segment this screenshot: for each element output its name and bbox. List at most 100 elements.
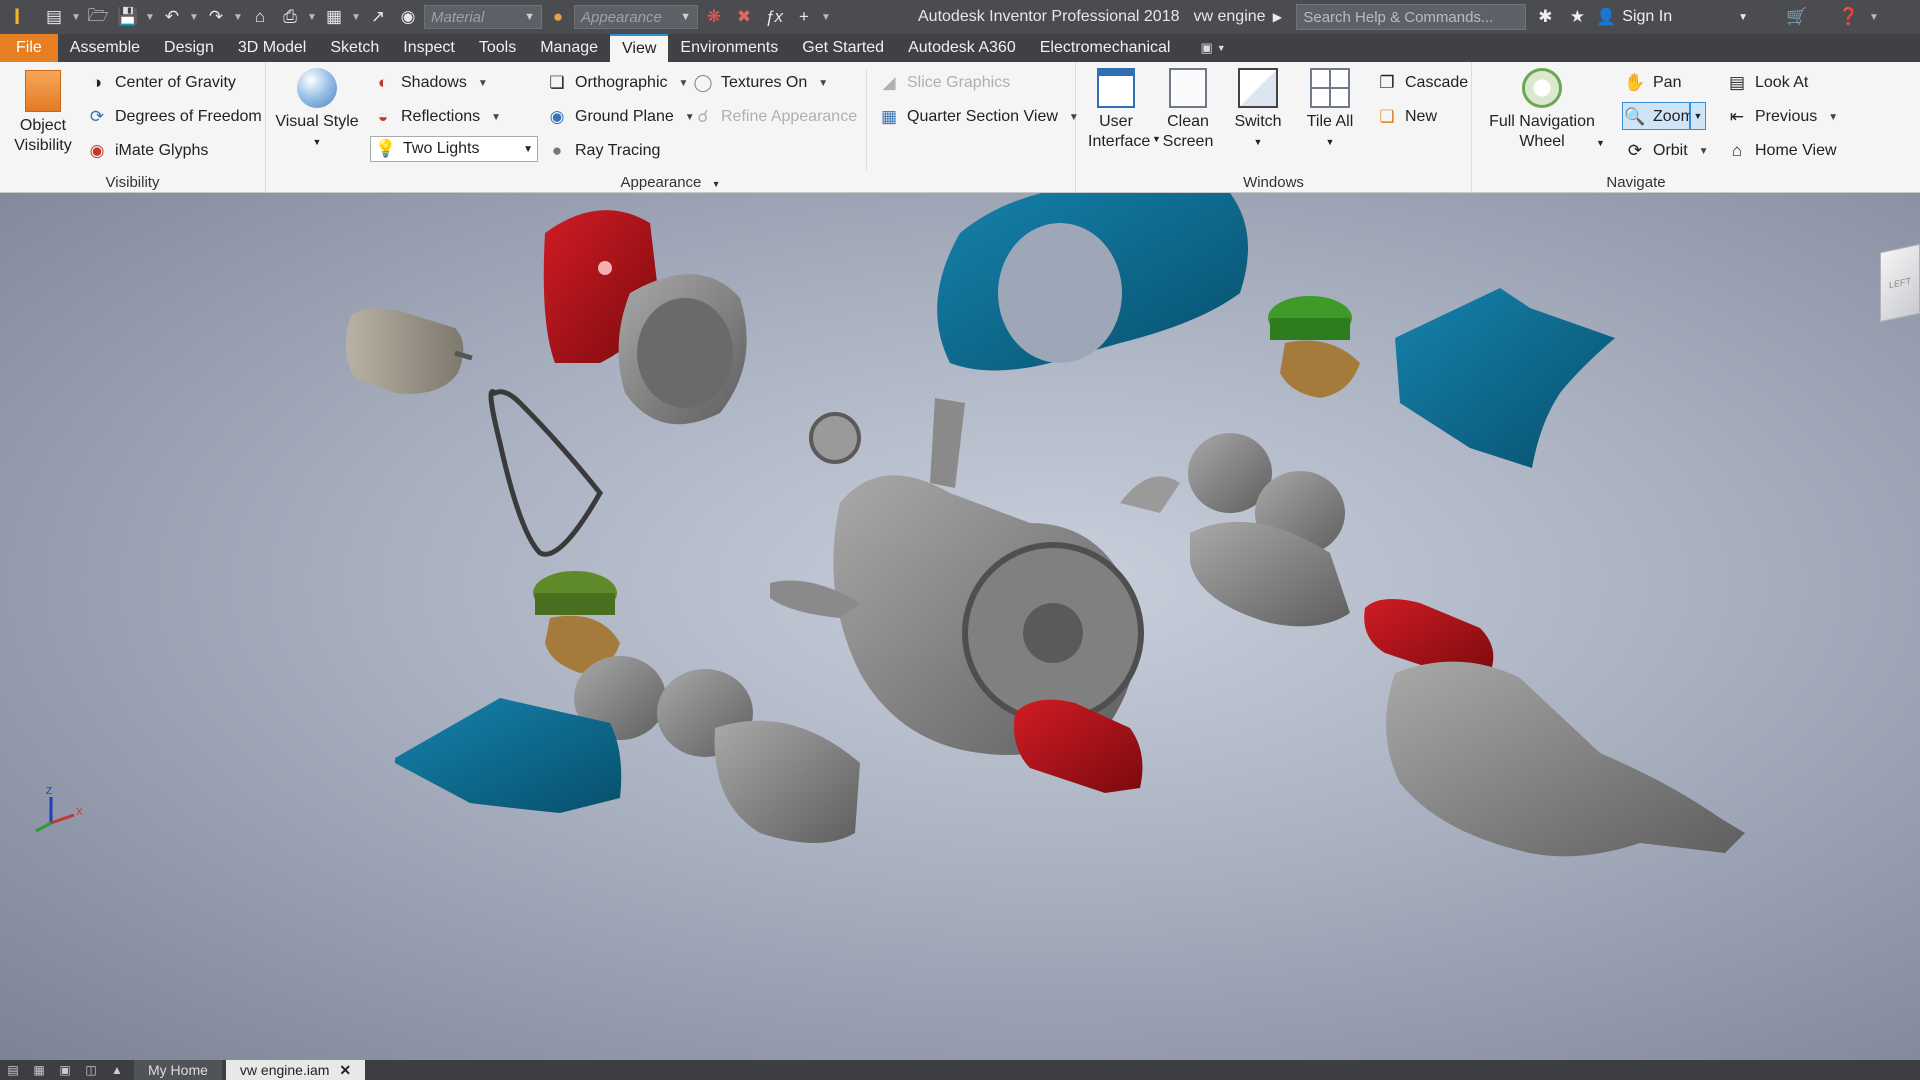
viewcube[interactable]: LEFT <box>1880 243 1920 323</box>
object-visibility-button[interactable]: Object Visibility <box>8 70 78 156</box>
transaxle[interactable] <box>1386 661 1745 857</box>
chevron-down-icon[interactable]: ▼ <box>1596 138 1605 148</box>
adjust-appearance-icon[interactable]: ❋ <box>700 3 728 31</box>
color-override-icon[interactable]: ◉ <box>394 3 422 31</box>
look-at-button[interactable]: ▤ Look At <box>1726 72 1808 94</box>
cascade-button[interactable]: ❐ Cascade <box>1376 72 1468 94</box>
object-visibility-label-2: Visibility <box>14 137 72 154</box>
intake-manifold[interactable] <box>1120 476 1180 513</box>
document-list-icon[interactable]: ▤ <box>0 1060 26 1080</box>
sign-in-button[interactable]: 👤 Sign In ▼ <box>1596 7 1748 27</box>
red-valve-cover[interactable] <box>1014 699 1143 793</box>
clean-screen-button[interactable]: Clean Screen <box>1160 68 1216 152</box>
home-icon[interactable]: ⌂ <box>246 3 274 31</box>
update-dropdown-icon[interactable]: ▼ <box>350 12 362 23</box>
shadows-button[interactable]: ◐ Shadows ▼ <box>372 72 488 94</box>
tab-environments[interactable]: Environments <box>668 34 790 62</box>
carburetor[interactable] <box>1280 340 1360 399</box>
imate-glyphs-button[interactable]: ◉ iMate Glyphs <box>86 140 209 162</box>
slice-graphics-button[interactable]: ◢ Slice Graphics <box>878 72 1010 94</box>
star-icon[interactable]: ★ <box>1564 4 1590 30</box>
close-icon[interactable]: ✕ <box>339 1062 351 1079</box>
tab-design[interactable]: Design <box>152 34 226 62</box>
save-icon[interactable]: 💾 <box>114 3 142 31</box>
document-tab-vw-engine[interactable]: vw engine.iam ✕ <box>225 1060 366 1080</box>
select-icon[interactable]: ↗ <box>364 3 392 31</box>
search-input[interactable]: Search Help & Commands... <box>1296 4 1527 30</box>
orthographic-button[interactable]: ❏ Orthographic ▼ <box>546 72 688 94</box>
appearance-select[interactable]: Appearance ▼ <box>574 5 698 29</box>
help-icon[interactable]: ❓ <box>1836 4 1862 30</box>
lighting-style-select[interactable]: 💡 Two Lights ▼ <box>370 136 538 162</box>
graphics-viewport[interactable]: LEFT Z X <box>0 193 1920 1060</box>
home-view-button[interactable]: ⌂ Home View <box>1726 140 1837 162</box>
tab-tools[interactable]: Tools <box>467 34 528 62</box>
material-select[interactable]: Material ▼ <box>424 5 542 29</box>
tab-get-started[interactable]: Get Started <box>790 34 896 62</box>
tab-inspect[interactable]: Inspect <box>391 34 467 62</box>
save-dropdown-icon[interactable]: ▼ <box>144 12 156 23</box>
redo-dropdown-icon[interactable]: ▼ <box>232 12 244 23</box>
tile-horizontal-icon[interactable]: ▣ <box>52 1060 78 1080</box>
starter-motor[interactable] <box>346 308 464 394</box>
new-file-icon[interactable]: ▤ <box>40 3 68 31</box>
tile-all-button[interactable]: Tile All ▼ <box>1298 68 1362 152</box>
fan-belt[interactable] <box>488 389 604 557</box>
undo-icon[interactable]: ↶ <box>158 3 186 31</box>
reflections-button[interactable]: ◒ Reflections ▼ <box>372 106 501 128</box>
appearance-panel-title[interactable]: Appearance ▼ <box>266 174 1075 191</box>
new-dropdown-icon[interactable]: ▼ <box>70 12 82 23</box>
ground-plane-button[interactable]: ◉ Ground Plane ▼ <box>546 106 695 128</box>
cylinder-head-left[interactable] <box>714 720 860 843</box>
center-of-gravity-button[interactable]: ◑ Center of Gravity <box>86 72 236 94</box>
print-dropdown-icon[interactable]: ▼ <box>306 12 318 23</box>
expand-arrow-icon[interactable]: ▶ <box>1264 4 1290 30</box>
textures-on-button[interactable]: ◯ Textures On ▼ <box>692 72 828 94</box>
look-at-label: Look At <box>1755 74 1809 91</box>
tile-vertical-icon[interactable]: ◫ <box>78 1060 104 1080</box>
new-window-button[interactable]: ❏ New <box>1376 106 1437 128</box>
help-dropdown-icon[interactable]: ▼ <box>1868 12 1880 23</box>
distributor[interactable] <box>930 398 965 488</box>
pulley[interactable] <box>809 412 861 464</box>
tab-3d-model[interactable]: 3D Model <box>226 34 318 62</box>
tab-manage[interactable]: Manage <box>528 34 610 62</box>
document-tab-my-home[interactable]: My Home <box>134 1060 222 1080</box>
binoculars-icon[interactable]: ✱ <box>1532 4 1558 30</box>
quarter-section-view-button[interactable]: ▦ Quarter Section View ▼ <box>878 106 1079 128</box>
refine-appearance-button[interactable]: ☌ Refine Appearance <box>692 106 857 128</box>
tile-grid-icon[interactable]: ▦ <box>26 1060 52 1080</box>
redo-icon[interactable]: ↷ <box>202 3 230 31</box>
orbit-button[interactable]: ⟳ Orbit ▼ <box>1624 140 1709 162</box>
zoom-button[interactable]: 🔍 Zoom <box>1624 106 1694 128</box>
zoom-dropdown[interactable]: ▼ <box>1690 102 1706 130</box>
tab-view[interactable]: View <box>610 34 669 62</box>
ribbon-display-toggle[interactable]: ▣ ▼ <box>1200 34 1225 62</box>
plus-icon[interactable]: + <box>790 3 818 31</box>
cart-icon[interactable]: 🛒 <box>1784 4 1810 30</box>
switch-button[interactable]: Switch ▼ <box>1226 68 1290 152</box>
inventor-logo-icon[interactable]: I <box>4 4 30 30</box>
tab-autodesk-a360[interactable]: Autodesk A360 <box>896 34 1028 62</box>
print-icon[interactable]: ⎙ <box>276 3 304 31</box>
pan-button[interactable]: ✋ Pan <box>1624 72 1681 94</box>
parameters-icon[interactable]: ƒx <box>760 3 788 31</box>
visual-style-button[interactable]: Visual Style ▼ <box>274 68 360 152</box>
full-navigation-wheel-button[interactable]: Full Navigation Wheel <box>1482 68 1602 152</box>
expand-up-icon[interactable]: ▲ <box>104 1060 130 1080</box>
tab-file[interactable]: File <box>0 34 58 62</box>
clear-appearance-icon[interactable]: ✖ <box>730 3 758 31</box>
undo-dropdown-icon[interactable]: ▼ <box>188 12 200 23</box>
user-interface-button[interactable]: User Interface <box>1088 68 1150 152</box>
tab-sketch[interactable]: Sketch <box>318 34 391 62</box>
customize-toolbar-icon[interactable]: ▼ <box>820 12 832 23</box>
tab-assemble[interactable]: Assemble <box>58 34 152 62</box>
blue-cylinder-cover[interactable] <box>1395 288 1615 468</box>
tab-electromechanical[interactable]: Electromechanical <box>1028 34 1183 62</box>
exploded-engine-model[interactable] <box>0 193 1920 1060</box>
ray-tracing-button[interactable]: ● Ray Tracing <box>546 140 661 162</box>
open-icon[interactable]: 🗁 <box>84 3 112 31</box>
update-icon[interactable]: ▦ <box>320 3 348 31</box>
previous-view-button[interactable]: ⇤ Previous ▼ <box>1726 106 1838 128</box>
degrees-of-freedom-button[interactable]: ⟳ Degrees of Freedom <box>86 106 262 128</box>
